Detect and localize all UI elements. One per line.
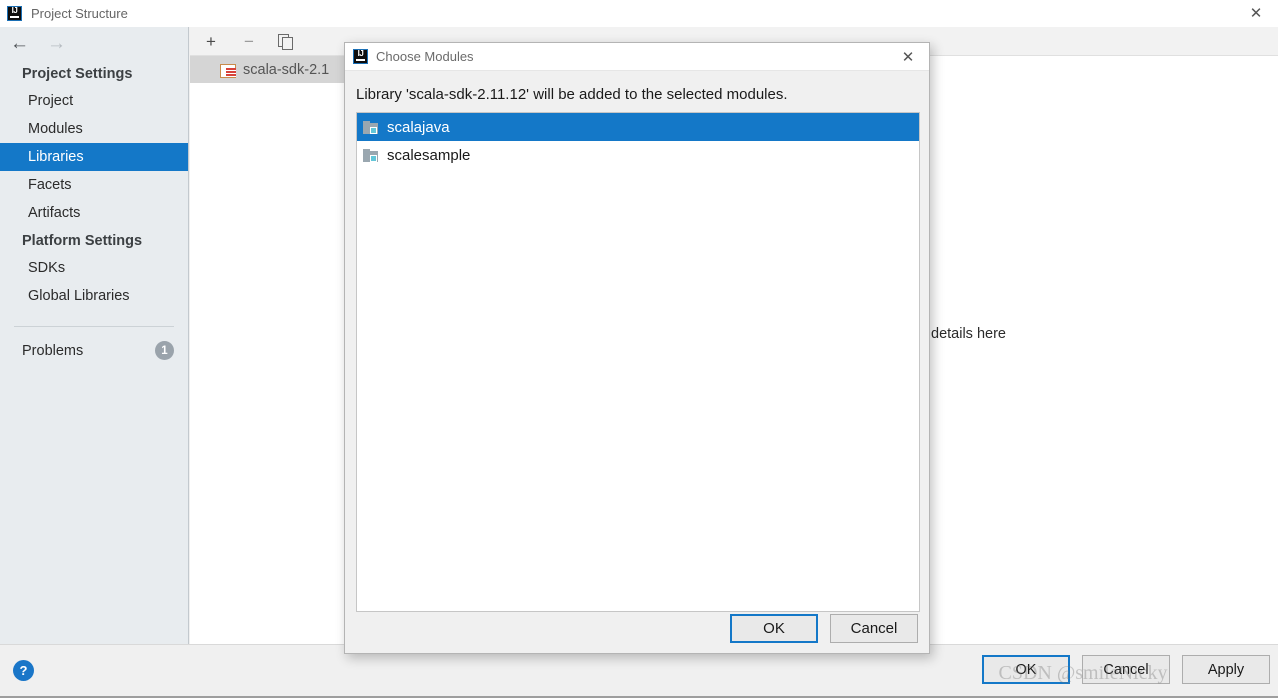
scala-sdk-icon [220,63,236,78]
forward-arrow-icon[interactable]: → [47,34,66,53]
dialog-message: Library 'scala-sdk-2.11.12' will be adde… [356,86,788,103]
problems-count-badge: 1 [155,341,174,360]
intellij-idea-icon [7,6,22,21]
back-arrow-icon[interactable]: ← [10,34,29,53]
modules-listbox[interactable]: scalajava scalesample [356,112,920,612]
choose-modules-dialog: Choose Modules ✕ Library 'scala-sdk-2.11… [344,42,930,654]
help-icon[interactable]: ? [13,660,34,681]
dialog-action-buttons: OK Cancel [730,614,918,643]
module-list-item[interactable]: scalesample [357,141,919,169]
dialog-cancel-button[interactable]: Cancel [830,614,918,643]
window-close-button[interactable]: ✕ [1234,0,1278,27]
sidebar-item-project[interactable]: Project [0,87,188,115]
sidebar-item-artifacts[interactable]: Artifacts [0,199,188,227]
copy-icon[interactable] [278,34,293,50]
window-titlebar: Project Structure ✕ [0,0,1278,27]
add-library-button[interactable]: + [202,33,220,50]
sidebar-item-facets[interactable]: Facets [0,171,188,199]
project-structure-window: Project Structure ✕ ← → Project Settings… [0,0,1278,698]
sidebar-item-problems-label: Problems [22,342,84,359]
sidebar-item-libraries[interactable]: Libraries [0,143,188,171]
settings-sidebar: ← → Project Settings Project Modules Lib… [0,27,189,644]
watermark: CSDN @smileNicky [998,662,1168,684]
dialog-ok-button[interactable]: OK [730,614,818,643]
sidebar-item-global-libraries[interactable]: Global Libraries [0,282,188,310]
module-list-item-label: scalajava [387,118,450,136]
module-folder-icon [363,148,379,162]
module-folder-icon [363,120,379,134]
window-title: Project Structure [31,6,128,21]
sidebar-group-platform-settings: Platform Settings [22,233,143,249]
remove-library-button[interactable]: − [240,33,258,50]
dialog-titlebar: Choose Modules ✕ [345,43,929,71]
sidebar-item-sdks[interactable]: SDKs [0,254,188,282]
dialog-title: Choose Modules [376,49,474,64]
sidebar-group-project-settings: Project Settings [22,66,133,82]
sidebar-item-modules[interactable]: Modules [0,115,188,143]
apply-button[interactable]: Apply [1182,655,1270,684]
sidebar-nav-arrows: ← → [0,27,188,60]
library-row-label: scala-sdk-2.1 [243,61,330,78]
intellij-idea-icon [353,49,368,64]
dialog-close-button[interactable]: ✕ [887,43,929,71]
module-list-item-label: scalesample [387,146,471,164]
sidebar-item-problems[interactable]: Problems 1 [0,327,188,360]
module-list-item[interactable]: scalajava [357,113,919,141]
library-detail-text: details here [931,326,1006,342]
